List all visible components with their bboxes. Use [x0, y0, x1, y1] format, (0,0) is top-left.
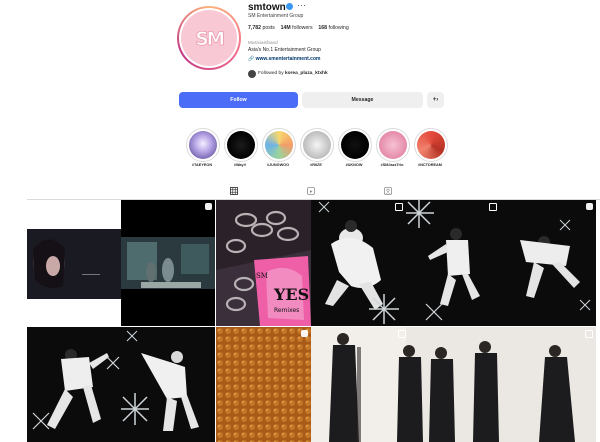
butterfly-icon	[189, 131, 217, 159]
post-image	[311, 327, 596, 442]
post-tile[interactable]: YES Remixes SM	[216, 200, 311, 326]
sm-logo-icon: S M	[181, 10, 237, 66]
following-link[interactable]: 168 following	[318, 25, 348, 31]
profile-avatar[interactable]: S M	[177, 6, 241, 70]
svg-text:M: M	[206, 29, 225, 50]
reel-indicator-icon	[301, 330, 308, 337]
highlight-uknow[interactable]	[338, 128, 372, 162]
verified-badge-icon	[286, 3, 293, 10]
reels-icon[interactable]	[307, 187, 315, 195]
jungwoo-cover-icon	[265, 131, 293, 159]
carousel-indicator-icon	[585, 330, 593, 338]
yes-subtitle: Remixes	[274, 307, 299, 314]
reel-indicator-icon	[205, 203, 212, 210]
profile-link[interactable]: 🔗 www.smentertainment.com	[248, 56, 320, 62]
uknow-logo-icon	[341, 131, 369, 159]
post-tile[interactable]	[27, 327, 121, 442]
link-icon: 🔗	[248, 56, 255, 62]
profile-bio: Asia's No.1 Entertainment Group	[248, 47, 321, 53]
carousel-indicator-icon	[395, 203, 403, 211]
post-image	[27, 229, 121, 299]
yes-title: YES	[273, 285, 309, 304]
highlight-taeyeon[interactable]	[186, 128, 220, 162]
post-tile[interactable]	[406, 200, 500, 326]
reel-indicator-icon	[586, 203, 593, 210]
carousel-indicator-icon	[398, 330, 406, 338]
nctdream-cover-icon	[417, 131, 445, 159]
post-tile[interactable]	[311, 327, 596, 442]
post-image: YES Remixes SM	[216, 200, 311, 326]
post-tile[interactable]	[216, 327, 311, 442]
follow-button[interactable]: Follow	[179, 92, 298, 108]
post-tile[interactable]	[311, 200, 406, 326]
message-button[interactable]: Message	[302, 92, 423, 108]
posts-count: 7,782	[248, 25, 261, 31]
riize-logo-icon	[303, 131, 331, 159]
svg-text:SM: SM	[256, 272, 268, 280]
profile-category: Musician/band	[248, 40, 278, 45]
suggest-accounts-button[interactable]: +›	[427, 92, 444, 108]
post-image	[406, 200, 500, 326]
followed-by[interactable]: Followed by korea_plaza_ktxhk	[258, 71, 328, 76]
profile-stats: 7,782 posts 14M followers 168 following	[248, 25, 349, 31]
post-image	[121, 327, 215, 442]
followers-link[interactable]: 14M followers	[281, 25, 313, 31]
highlight-riize[interactable]	[300, 128, 334, 162]
post-tile[interactable]	[121, 327, 215, 442]
post-tile[interactable]	[27, 200, 121, 326]
profile-display-name: SM Entertainment Group	[248, 13, 304, 19]
post-image	[500, 200, 596, 326]
smjazztrio-cover-icon	[379, 131, 407, 159]
posts-label: posts	[262, 25, 275, 31]
follower-avatar	[248, 70, 256, 78]
wayv-logo-icon	[227, 131, 255, 159]
post-image	[311, 200, 406, 326]
highlight-label: #NCTDREAM	[418, 163, 442, 167]
highlight-smjazztrio[interactable]	[376, 128, 410, 162]
post-tile[interactable]	[121, 200, 215, 326]
highlight-nctdream[interactable]	[414, 128, 448, 162]
post-image	[216, 327, 311, 442]
post-image	[27, 327, 121, 442]
add-person-icon: +›	[432, 97, 439, 103]
highlight-wayv[interactable]	[224, 128, 258, 162]
grid-icon[interactable]	[230, 187, 238, 195]
post-image	[121, 237, 215, 289]
more-options-icon[interactable]: ⋯	[297, 0, 307, 11]
post-tile[interactable]	[500, 200, 596, 326]
highlight-jungwoo[interactable]	[262, 128, 296, 162]
tagged-icon[interactable]	[384, 187, 392, 195]
profile-username: smtown	[248, 2, 286, 13]
carousel-indicator-icon	[489, 203, 497, 211]
